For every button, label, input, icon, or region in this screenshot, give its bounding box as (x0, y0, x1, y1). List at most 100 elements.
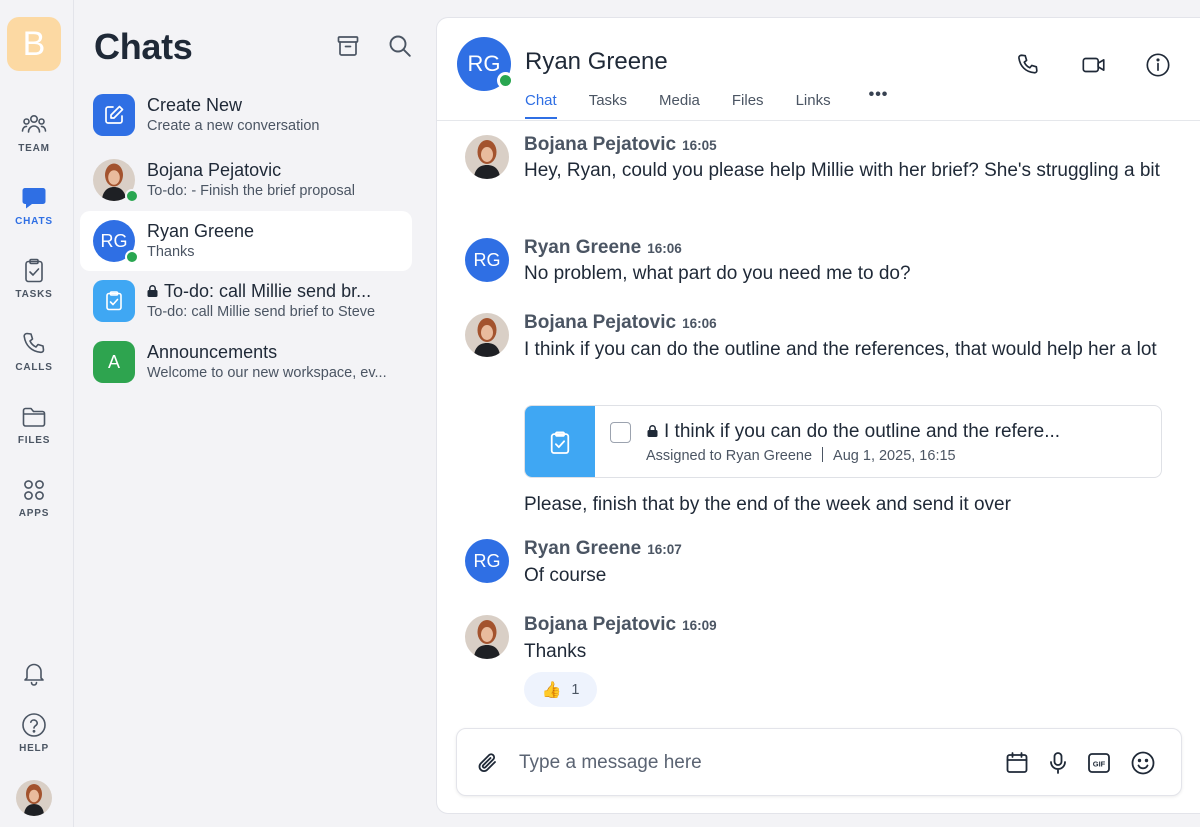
clipboard-check-icon (25, 258, 43, 283)
chat-item-bojana-pejatovic[interactable]: Bojana Pejatovic To-do: - Finish the bri… (80, 150, 412, 210)
phone-icon (23, 332, 45, 354)
meta-divider (822, 447, 824, 462)
message-avatar[interactable] (465, 135, 509, 179)
tab-files[interactable]: Files (732, 92, 764, 119)
user-photo-icon (465, 135, 509, 179)
chat-preview: To-do: call Millie send brief to Steve (147, 304, 376, 320)
chat-name: Ryan Greene (147, 221, 255, 241)
more-tabs-button[interactable]: ••• (869, 86, 889, 119)
rail-label-files: FILES (17, 435, 51, 446)
create-new-chat-button[interactable]: Create New Create a new conversation (80, 85, 412, 145)
reaction-thumbs-up[interactable]: 👍 1 (524, 672, 597, 707)
message-time: 16:06 (682, 316, 717, 331)
chat-item-ryan-greene[interactable]: RG Ryan Greene Thanks (80, 211, 412, 271)
rail-label-calls: CALLS (15, 362, 53, 373)
chat-item-announcements[interactable]: A Announcements Welcome to our new works… (80, 332, 412, 392)
tab-chat[interactable]: Chat (525, 92, 557, 119)
chat-preview: To-do: - Finish the brief proposal (147, 183, 355, 199)
task-title-row: I think if you can do the outline and th… (647, 421, 1060, 443)
gif-icon[interactable]: GIF (1086, 750, 1112, 776)
rail-item-help[interactable]: HELP (0, 711, 68, 754)
search-icon[interactable] (387, 33, 413, 59)
user-photo-icon (16, 780, 52, 816)
chat-name-row: To-do: call Millie send br... (147, 281, 371, 302)
rail-item-files[interactable]: FILES (0, 403, 68, 446)
video-call-button[interactable] (1081, 52, 1107, 78)
rail-item-calls[interactable]: CALLS (0, 330, 68, 373)
emoji-icon[interactable] (1130, 750, 1156, 776)
thumbs-up-icon: 👍 (541, 681, 562, 699)
compose-icon (105, 105, 124, 124)
chat-list-panel: Chats Create New Create a new conversati… (74, 0, 422, 827)
task-assignee: Assigned to Ryan Greene (646, 448, 813, 464)
message-text: I think if you can do the outline and th… (524, 339, 1157, 360)
task-due-date: Aug 1, 2025, 16:15 (833, 448, 956, 464)
attach-icon[interactable] (475, 750, 501, 776)
info-button[interactable] (1145, 52, 1171, 78)
message-author[interactable]: Bojana Pejatovic (524, 312, 676, 333)
current-user-avatar[interactable] (16, 780, 52, 816)
message-header: Bojana Pejatovic 16:06 (524, 312, 717, 334)
message-time: 16:09 (682, 618, 717, 633)
message-header: Ryan Greene 16:06 (524, 237, 682, 259)
message-time: 16:05 (682, 138, 717, 153)
message-author[interactable]: Ryan Greene (524, 237, 641, 258)
chat-name: To-do: call Millie send br... (164, 281, 372, 301)
user-photo-icon (465, 615, 509, 659)
message-avatar[interactable] (465, 313, 509, 357)
rail-item-apps[interactable]: APPS (0, 476, 68, 519)
bell-icon (24, 663, 44, 686)
message-text: No problem, what part do you need me to … (524, 263, 911, 284)
chat-preview: Create a new conversation (147, 118, 320, 134)
microphone-icon[interactable] (1045, 750, 1071, 776)
calendar-icon[interactable] (1004, 750, 1030, 776)
message-avatar[interactable]: RG (465, 238, 509, 282)
message-author[interactable]: Ryan Greene (524, 538, 641, 559)
rail-label-help: HELP (19, 743, 49, 754)
workspace-logo[interactable]: B (7, 17, 61, 71)
rail-item-chats[interactable]: CHATS (0, 184, 68, 227)
rail-item-tasks[interactable]: TASKS (0, 257, 68, 300)
team-icon (21, 115, 47, 133)
message-avatar[interactable]: RG (465, 539, 509, 583)
tab-links[interactable]: Links (796, 92, 831, 119)
lock-icon (147, 285, 158, 297)
rail-label-apps: APPS (18, 508, 50, 519)
task-card-icon-strip (525, 406, 595, 477)
message-header: Bojana Pejatovic 16:09 (524, 614, 717, 636)
chat-name: Bojana Pejatovic (147, 160, 282, 180)
task-meta: Assigned to Ryan Greene Aug 1, 2025, 16:1… (646, 447, 956, 464)
voice-call-button[interactable] (1015, 52, 1041, 78)
conversation-tabs: Chat Tasks Media Files Links ••• (525, 86, 888, 119)
message-text: Thanks (524, 641, 587, 662)
rail-label-chats: CHATS (15, 216, 53, 227)
message-author[interactable]: Bojana Pejatovic (524, 614, 676, 635)
online-status-dot (125, 250, 139, 264)
rail-label-tasks: TASKS (15, 289, 53, 300)
tab-tasks[interactable]: Tasks (589, 92, 627, 119)
apps-grid-icon (24, 480, 44, 500)
chat-item-task[interactable]: To-do: call Millie send br... To-do: cal… (80, 271, 412, 331)
message-composer: GIF (456, 728, 1182, 796)
message-input[interactable] (519, 749, 979, 777)
conversation-panel: RG Ryan Greene Chat Tasks Media Files Li… (436, 17, 1200, 814)
chat-preview: Welcome to our new workspace, ev... (147, 365, 387, 381)
message-time: 16:06 (647, 241, 682, 256)
clipboard-check-icon (550, 430, 570, 454)
task-complete-checkbox[interactable] (610, 422, 631, 443)
folder-icon (22, 407, 46, 427)
create-new-icon-tile (93, 94, 135, 136)
chat-list-title: Chats (94, 26, 193, 67)
message-text: Of course (524, 565, 607, 586)
task-card[interactable]: I think if you can do the outline and th… (524, 405, 1162, 478)
notifications-button[interactable] (0, 659, 68, 687)
archive-icon[interactable] (335, 33, 361, 59)
clipboard-check-icon (106, 291, 122, 311)
message-avatar[interactable] (465, 615, 509, 659)
rail-label-team: TEAM (18, 143, 50, 154)
app-rail: B TEAM CHATS TASKS CALLS FILES APPS HELP (0, 0, 74, 827)
message-author[interactable]: Bojana Pejatovic (524, 134, 676, 155)
tab-media[interactable]: Media (659, 92, 700, 119)
rail-item-team[interactable]: TEAM (0, 111, 68, 154)
conversation-title: Ryan Greene (525, 48, 668, 75)
